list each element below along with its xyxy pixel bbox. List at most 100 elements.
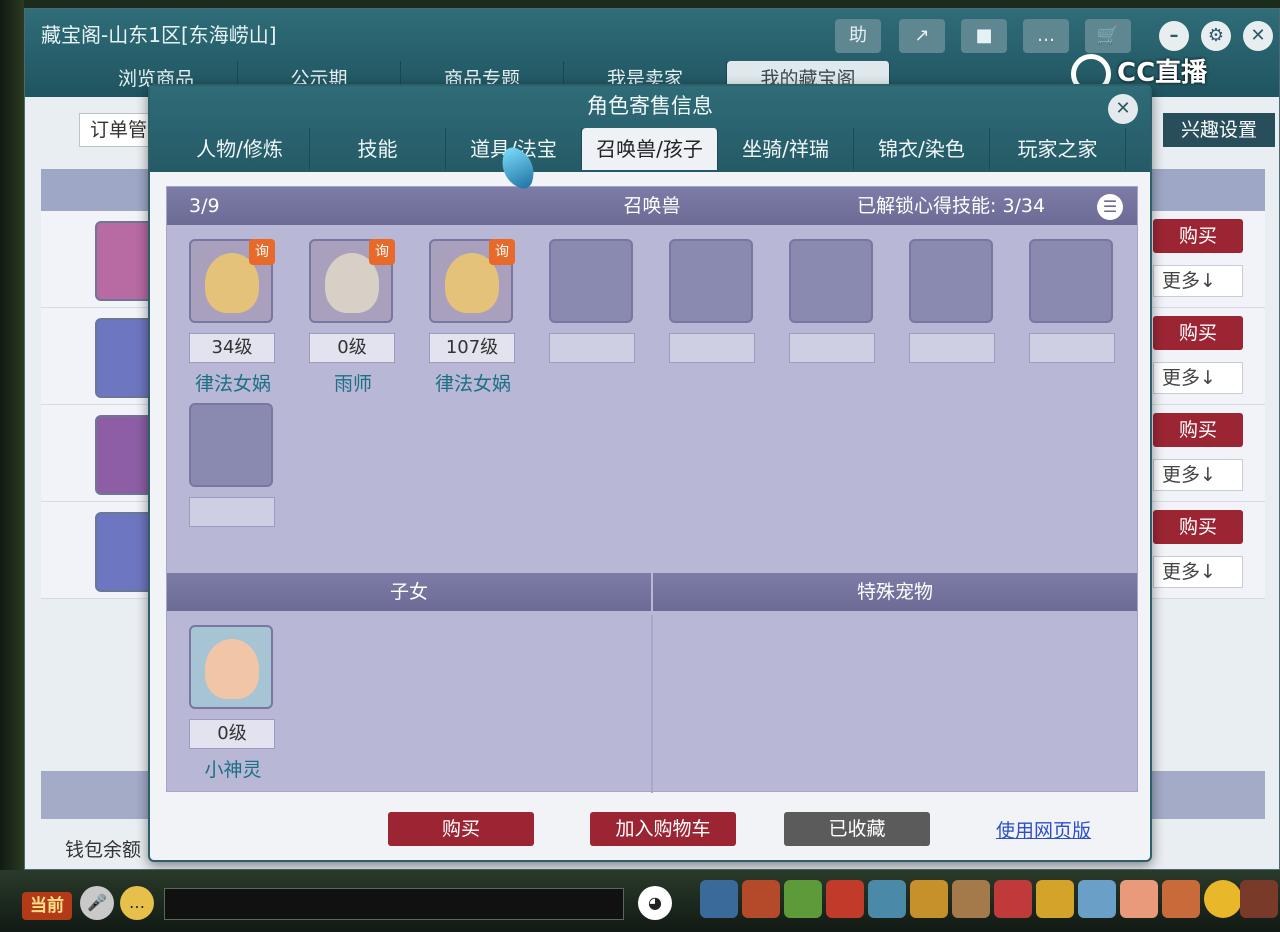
- add-to-cart-button[interactable]: 加入购物车: [590, 812, 736, 846]
- current-channel-button[interactable]: 当前: [22, 892, 72, 920]
- pet-name[interactable]: 雨师: [303, 369, 403, 396]
- child-slot[interactable]: 0级 小神灵: [189, 625, 275, 782]
- row-more-button[interactable]: 更多↓: [1153, 362, 1243, 394]
- pet-slot[interactable]: 询 107级 律法女娲: [429, 239, 515, 396]
- children-header-bar: 子女: [167, 573, 651, 611]
- bag-icon[interactable]: [826, 880, 864, 918]
- tiger-icon[interactable]: [910, 880, 948, 918]
- special-pets-header-bar: 特殊宠物: [653, 573, 1137, 611]
- empty-pet-slot: [549, 239, 635, 363]
- sword-icon[interactable]: [700, 880, 738, 918]
- scroll-icon[interactable]: [952, 880, 990, 918]
- pet-slot[interactable]: 询 0级 雨师: [309, 239, 395, 396]
- treasure-chest-icon[interactable]: [742, 880, 780, 918]
- pet-name[interactable]: 律法女娲: [423, 369, 523, 396]
- close-window-icon[interactable]: ✕: [1243, 21, 1273, 51]
- game-background-left: [0, 0, 24, 870]
- empty-pet-slot: [909, 239, 995, 363]
- row-buy-button[interactable]: 购买: [1153, 510, 1243, 544]
- microphone-icon[interactable]: 🎤: [80, 886, 114, 920]
- pet-face-icon[interactable]: ◕: [638, 886, 672, 920]
- close-icon[interactable]: ✕: [1108, 94, 1138, 124]
- help-button[interactable]: 助: [835, 19, 881, 53]
- book-icon[interactable]: [1078, 880, 1116, 918]
- row-more-button[interactable]: 更多↓: [1153, 459, 1243, 491]
- inquire-badge[interactable]: 询: [249, 239, 275, 265]
- role-consignment-dialog: 角色寄售信息 ✕ 人物/修炼 技能 道具/法宝 召唤兽/孩子 坐骑/祥瑞 锦衣/…: [148, 84, 1152, 862]
- row-buy-button[interactable]: 购买: [1153, 219, 1243, 253]
- wallet-balance-label: 钱包余额: [65, 839, 142, 861]
- row-more-button[interactable]: 更多↓: [1153, 265, 1243, 297]
- chat-input[interactable]: [164, 888, 624, 920]
- row-buy-button[interactable]: 购买: [1153, 316, 1243, 350]
- row-more-button[interactable]: 更多↓: [1153, 556, 1243, 588]
- cart-icon[interactable]: 🛒: [1085, 19, 1131, 53]
- outer-window-title: 藏宝阁-山东1区[东海崂山]: [41, 23, 277, 47]
- pet-avatar[interactable]: 询: [429, 239, 515, 323]
- pet-name[interactable]: 律法女娲: [183, 369, 283, 396]
- empty-level: [669, 333, 755, 363]
- tab-mounts[interactable]: 坐骑/祥瑞: [718, 128, 854, 170]
- pet-avatar[interactable]: 询: [189, 239, 275, 323]
- unlocked-skills-label: 已解锁心得技能: 3/34: [857, 195, 1046, 217]
- child-name[interactable]: 小神灵: [183, 755, 283, 782]
- summon-header-bar: 3/9 召唤兽 已解锁心得技能: 3/34 ☰: [167, 187, 1137, 225]
- share-icon[interactable]: ↗: [899, 19, 945, 53]
- list-menu-icon[interactable]: ☰: [1097, 194, 1123, 220]
- game-background-top: [0, 0, 1280, 8]
- tab-skills[interactable]: 技能: [310, 128, 446, 170]
- empty-pet-slot: [1029, 239, 1115, 363]
- empty-slot: [789, 239, 873, 323]
- peach-icon[interactable]: [1120, 880, 1158, 918]
- settings-icon[interactable]: ⚙: [1201, 21, 1231, 51]
- special-pets-heading: 特殊宠物: [856, 581, 933, 603]
- smile-icon[interactable]: [1204, 880, 1242, 918]
- interest-settings-button[interactable]: 兴趣设置: [1163, 113, 1275, 147]
- children-heading: 子女: [389, 581, 428, 603]
- web-version-link[interactable]: 使用网页版: [996, 816, 1091, 843]
- pet-level: 107级: [429, 333, 515, 363]
- handshake-icon[interactable]: [1162, 880, 1200, 918]
- inquire-badge[interactable]: 询: [369, 239, 395, 265]
- dialog-tab-bar: 人物/修炼 技能 道具/法宝 召唤兽/孩子 坐骑/祥瑞 锦衣/染色 玩家之家: [170, 128, 1126, 170]
- empty-slot: [909, 239, 993, 323]
- minimize-icon[interactable]: –: [1159, 21, 1189, 51]
- child-portrait-icon: [205, 639, 259, 699]
- empty-level: [909, 333, 995, 363]
- empty-pet-slot: [669, 239, 755, 363]
- empty-slot: [549, 239, 633, 323]
- empty-pet-slot: [789, 239, 875, 363]
- summon-content-panel: 3/9 召唤兽 已解锁心得技能: 3/34 ☰ 询 34级 律法女娲 询 0级 …: [166, 186, 1138, 793]
- empty-pet-slot: [189, 403, 275, 527]
- chat-icon[interactable]: …: [1023, 19, 1069, 53]
- pet-level: 34级: [189, 333, 275, 363]
- bell-icon[interactable]: [1036, 880, 1074, 918]
- empty-level: [189, 497, 275, 527]
- panel-divider: [651, 615, 653, 793]
- flag-icon[interactable]: [994, 880, 1032, 918]
- empty-slot: [189, 403, 273, 487]
- pet-slot[interactable]: 询 34级 律法女娲: [189, 239, 275, 396]
- child-avatar[interactable]: [189, 625, 273, 709]
- pet-avatar[interactable]: 询: [309, 239, 395, 323]
- row-buy-button[interactable]: 购买: [1153, 413, 1243, 447]
- empty-level: [789, 333, 875, 363]
- character-icon[interactable]: [868, 880, 906, 918]
- chat-bubble-icon[interactable]: …: [120, 886, 154, 920]
- settings-gear-icon[interactable]: [1240, 880, 1278, 918]
- tab-home[interactable]: 玩家之家: [990, 128, 1126, 170]
- empty-slot: [1029, 239, 1113, 323]
- tab-character[interactable]: 人物/修炼: [170, 128, 310, 170]
- child-level: 0级: [189, 719, 275, 749]
- inquire-badge[interactable]: 询: [489, 239, 515, 265]
- tab-outfits[interactable]: 锦衣/染色: [854, 128, 990, 170]
- empty-slot: [669, 239, 753, 323]
- pet-level: 0级: [309, 333, 395, 363]
- gift-icon[interactable]: [784, 880, 822, 918]
- dialog-header: 角色寄售信息 ✕ 人物/修炼 技能 道具/法宝 召唤兽/孩子 坐骑/祥瑞 锦衣/…: [150, 86, 1150, 172]
- dialog-title: 角色寄售信息: [587, 94, 713, 118]
- record-icon[interactable]: ■: [961, 19, 1007, 53]
- buy-button[interactable]: 购买: [388, 812, 534, 846]
- tab-summons[interactable]: 召唤兽/孩子: [582, 128, 718, 170]
- favorited-button[interactable]: 已收藏: [784, 812, 930, 846]
